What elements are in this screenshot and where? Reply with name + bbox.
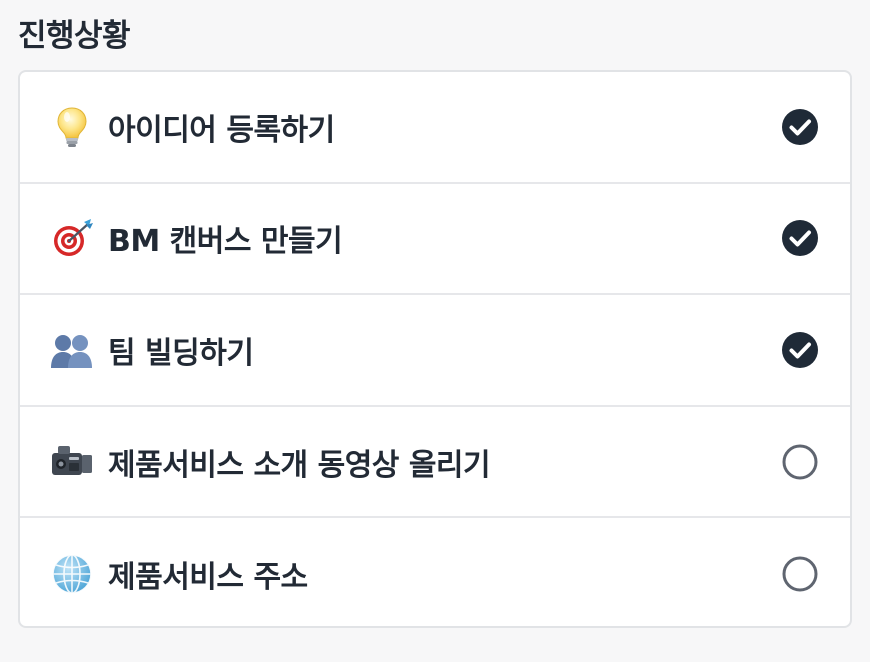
checklist-item-label: 제품서비스 소개 동영상 올리기 <box>108 447 491 483</box>
check-circle-icon[interactable] <box>782 331 818 368</box>
checklist-item-team[interactable]: 팀 빌딩하기 <box>20 295 850 407</box>
progress-checklist: 아이디어 등록하기 BM 캔버스 만들기 팀 빌딩하기 제품서비스 소개 동영상… <box>18 70 852 628</box>
empty-circle-icon[interactable] <box>782 444 818 480</box>
checklist-item-bm-canvas[interactable]: BM 캔버스 만들기 <box>20 184 850 296</box>
empty-circle-icon[interactable] <box>782 556 818 592</box>
globe-icon <box>50 552 94 596</box>
checklist-item-label: 제품서비스 주소 <box>108 560 308 596</box>
checklist-item-idea[interactable]: 아이디어 등록하기 <box>20 72 850 184</box>
section-title: 진행상황 <box>18 18 131 54</box>
people-icon <box>50 328 94 372</box>
target-icon <box>50 216 94 260</box>
check-circle-icon[interactable] <box>782 108 818 145</box>
checklist-item-video[interactable]: 제품서비스 소개 동영상 올리기 <box>20 407 850 519</box>
checklist-item-url[interactable]: 제품서비스 주소 <box>20 518 850 626</box>
checklist-item-label: 아이디어 등록하기 <box>108 112 335 148</box>
checklist-item-label: 팀 빌딩하기 <box>108 335 254 371</box>
video-camera-icon <box>50 440 94 484</box>
check-circle-icon[interactable] <box>782 220 818 257</box>
lightbulb-icon <box>50 105 94 149</box>
checklist-item-label: BM 캔버스 만들기 <box>108 224 343 260</box>
